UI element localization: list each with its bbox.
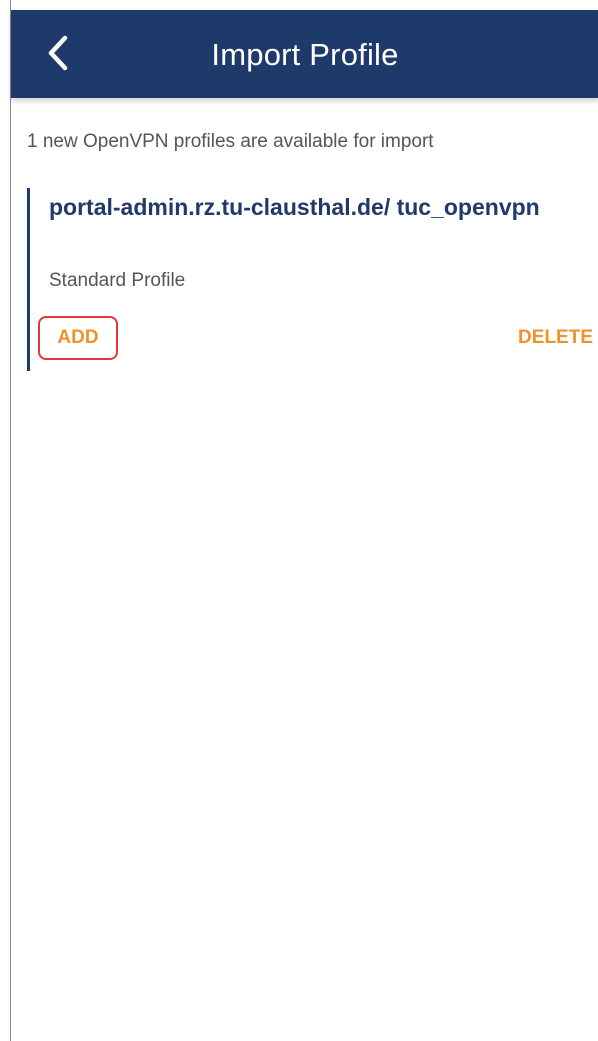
add-button[interactable]: ADD: [38, 316, 118, 360]
top-app-bar: Import Profile: [11, 10, 598, 98]
profile-type: Standard Profile: [49, 270, 186, 291]
profile-card: portal-admin.rz.tu-clausthal.de/ tuc_ope…: [27, 188, 598, 371]
app-screen: Import Profile 1 new OpenVPN profiles ar…: [10, 0, 598, 1041]
import-info-text: 1 new OpenVPN profiles are available for…: [27, 131, 434, 152]
page-title: Import Profile: [211, 37, 399, 72]
profile-name: portal-admin.rz.tu-clausthal.de/ tuc_ope…: [49, 194, 540, 220]
delete-button[interactable]: DELETE: [518, 316, 593, 360]
